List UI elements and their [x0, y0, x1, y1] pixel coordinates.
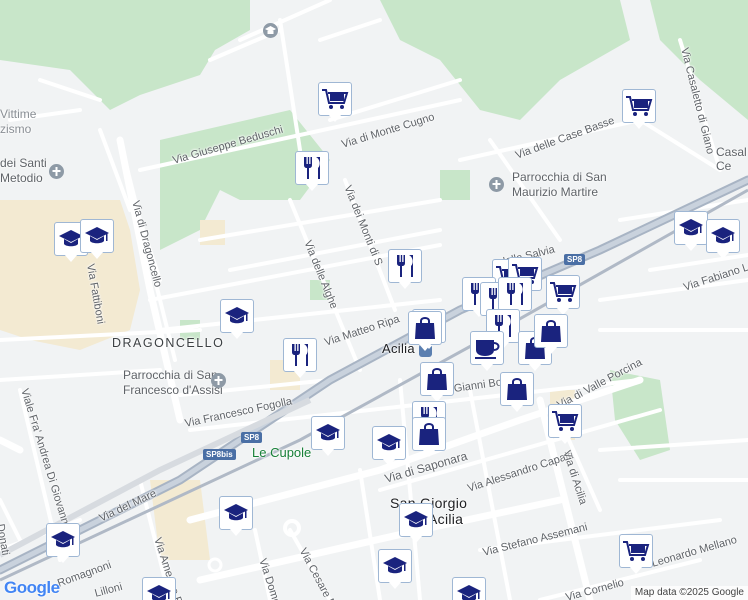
map-marker-school[interactable]: [141, 576, 179, 600]
shopping-bag-icon: [505, 376, 529, 402]
graduation-cap-icon: [678, 217, 704, 239]
map-marker-restaurant[interactable]: [387, 248, 425, 292]
poi-label-vittime-2: zismo: [0, 122, 32, 136]
fork-knife-icon: [502, 281, 528, 307]
poi-label-parrocchia-maurizio-2: Maurizio Martire: [512, 185, 599, 199]
map-marker-school[interactable]: [310, 415, 348, 459]
map-marker-shopping-bag[interactable]: [533, 313, 571, 357]
map-marker-shopping-cart[interactable]: [618, 533, 656, 577]
shopping-cart-icon: [622, 539, 650, 563]
graduation-cap-icon: [710, 225, 736, 247]
shopping-cart-icon: [321, 87, 349, 111]
map-attribution: Map data ©2025 Google: [630, 586, 748, 600]
map-marker-shopping-cart[interactable]: [545, 274, 583, 318]
area-label-dragoncello: DRAGONCELLO: [112, 336, 225, 350]
road-shield-sp8: SP8: [241, 432, 263, 443]
map-marker-shopping-bag[interactable]: [499, 371, 537, 415]
church-icon[interactable]: [49, 164, 64, 179]
graduation-cap-icon: [403, 509, 429, 531]
map-marker-shopping-bag[interactable]: [411, 416, 449, 460]
map-marker-school[interactable]: [371, 425, 409, 469]
fork-knife-icon: [392, 253, 418, 279]
map-marker-shopping-cart[interactable]: [547, 403, 585, 447]
shopping-bag-icon: [425, 366, 449, 392]
graduation-cap-icon: [84, 225, 110, 247]
fork-knife-icon: [287, 342, 313, 368]
map-marker-school[interactable]: [79, 218, 117, 262]
graduation-cap-icon: [315, 422, 341, 444]
graduation-cap-icon: [146, 583, 172, 600]
road-shield-sp8: SP8: [564, 254, 586, 265]
road-shield-sp8bis: SP8bis: [203, 449, 236, 460]
poi-label-casale-2: Ce: [716, 159, 732, 173]
map-marker-coffee[interactable]: [469, 330, 507, 374]
church-icon[interactable]: [489, 177, 504, 192]
map-marker-shopping-cart[interactable]: [621, 88, 659, 132]
coffee-cup-icon: [473, 336, 501, 360]
area-label-le-cupole: Le Cupole: [252, 445, 312, 460]
graduation-cap-icon: [456, 583, 482, 600]
poi-label-vittime-1: Vittime: [0, 107, 37, 121]
poi-label-santi-metodio-1: dei Santi: [0, 156, 47, 170]
google-logo: Google: [4, 578, 60, 597]
poi-label-casale-1: Casal: [716, 145, 747, 159]
shopping-cart-icon: [549, 280, 577, 304]
graduation-cap-icon: [50, 529, 76, 551]
shopping-bag-icon: [413, 315, 437, 341]
shopping-cart-icon: [551, 409, 579, 433]
map-marker-school[interactable]: [451, 576, 489, 600]
church-icon[interactable]: [211, 373, 226, 388]
map-marker-restaurant[interactable]: [294, 150, 332, 194]
graduation-cap-icon: [376, 432, 402, 454]
map-marker-school[interactable]: [377, 548, 415, 592]
map-marker-school[interactable]: [218, 495, 256, 539]
map-marker-shopping-bag[interactable]: [419, 361, 457, 405]
shopping-bag-icon: [539, 318, 563, 344]
roundabout-2: [207, 557, 223, 573]
map-marker-school[interactable]: [705, 218, 743, 262]
poi-label-parrocchia-maurizio-1: Parrocchia di San: [512, 170, 607, 184]
poi-label-parrocchia-francesco-1: Parrocchia di San: [123, 368, 218, 382]
map-marker-shopping-bag[interactable]: [407, 310, 445, 354]
map-marker-school[interactable]: [45, 522, 83, 566]
map-canvas[interactable]: DRAGONCELLO Acilia San Giorgio Acilia Le…: [0, 0, 748, 600]
map-marker-school[interactable]: [398, 502, 436, 546]
poi-label-parrocchia-francesco-2: Francesco d'Assisi: [123, 383, 223, 397]
fork-knife-icon: [299, 155, 325, 181]
university-icon[interactable]: [263, 23, 278, 38]
shopping-cart-icon: [625, 94, 653, 118]
graduation-cap-icon: [224, 305, 250, 327]
map-marker-shopping-cart[interactable]: [317, 81, 355, 125]
shopping-bag-icon: [417, 421, 441, 447]
map-marker-restaurant[interactable]: [282, 337, 320, 381]
poi-label-santi-metodio-2: Metodio: [0, 171, 43, 185]
map-marker-school[interactable]: [219, 298, 257, 342]
graduation-cap-icon: [223, 502, 249, 524]
graduation-cap-icon: [382, 555, 408, 577]
